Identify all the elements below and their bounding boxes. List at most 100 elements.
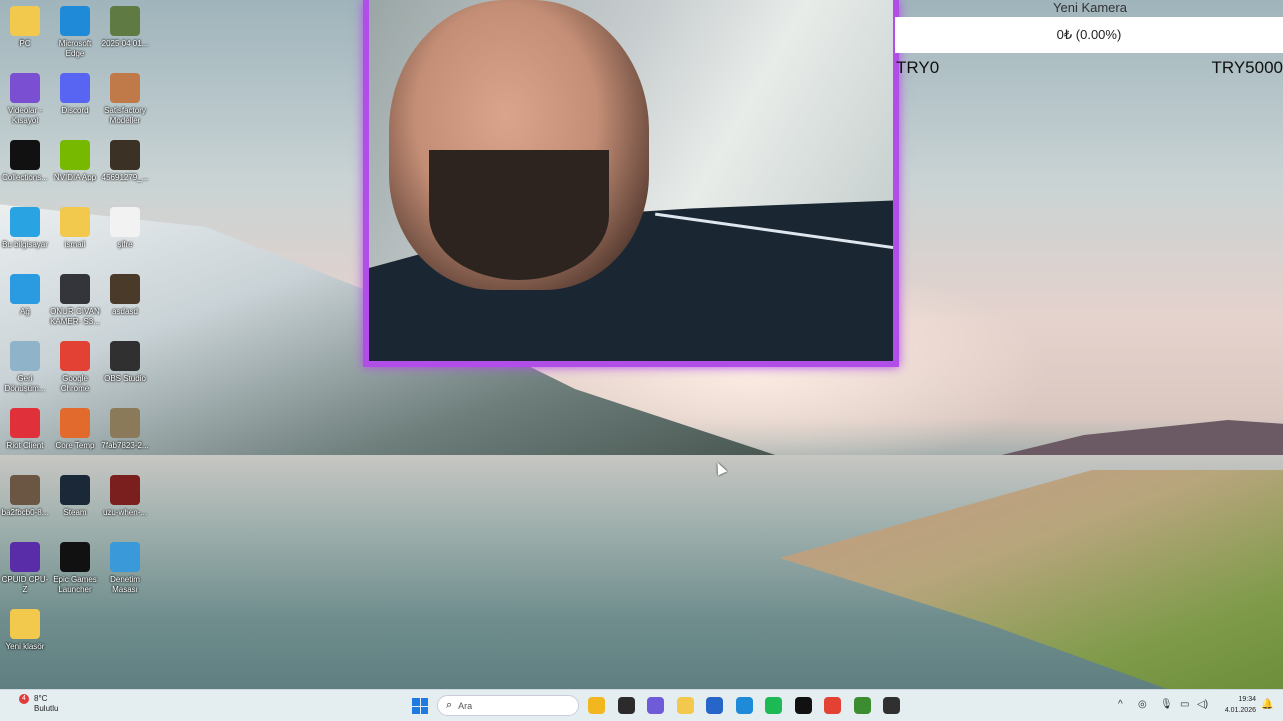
folder-icon: [10, 609, 40, 639]
chrome-icon[interactable]: [824, 697, 841, 714]
desktop-icon[interactable]: Geri Dönüşüm...: [0, 341, 50, 394]
notification-bell-icon[interactable]: 🔔: [1261, 699, 1273, 710]
desktop-icon-label: Bu bilgisayar: [2, 240, 48, 249]
discord-icon: [60, 73, 90, 103]
image-file-icon: [110, 140, 140, 170]
chevron-up-icon[interactable]: ^: [1118, 699, 1123, 710]
clock[interactable]: 19:34 4.01.2026: [1216, 694, 1256, 716]
desktop-icon[interactable]: ONUR CIVAN KAMER- S3...: [50, 274, 100, 327]
image-file-icon: [60, 274, 90, 304]
edge-icon: [60, 6, 90, 36]
taskbar: 4 8°C Bulutlu ⌕ Ara ^ ◎ 🎙 ▭ ◁) 19:34 4.0…: [0, 689, 1283, 721]
image-file-icon: [110, 6, 140, 36]
spotify-icon[interactable]: [765, 697, 782, 714]
text-file-icon: [110, 207, 140, 237]
clock-date: 4.01.2026: [1224, 707, 1256, 714]
monitor-icon: [10, 207, 40, 237]
desktop-icon[interactable]: Videolar - Kısayol: [0, 73, 50, 126]
desktop-icon-label: ismail: [64, 240, 86, 249]
desktop-icon-label: Riot Client: [6, 441, 44, 450]
desktop-icon-label: 7fab7823-2...: [101, 441, 149, 450]
copilot-icon[interactable]: [647, 697, 664, 714]
desktop-icon[interactable]: Steam: [50, 475, 100, 518]
desktop-icon-label: Geri Dönüşüm...: [4, 374, 46, 393]
thermometer-icon: [60, 408, 90, 438]
terminal-icon[interactable]: [617, 697, 635, 714]
desktop-icon[interactable]: Microsoft Edge: [50, 6, 100, 59]
camera-source-label: Yeni Kamera: [1053, 0, 1127, 15]
nvidia-icon: [60, 140, 90, 170]
price-display: 0₺ (0.00%): [895, 17, 1283, 53]
microphone-icon[interactable]: 🎙: [1160, 699, 1173, 710]
tray-app-icon[interactable]: ◎: [1138, 699, 1147, 710]
desktop-icon[interactable]: Yeni klasör: [0, 609, 50, 652]
desktop-icon-label: NVIDIA App: [53, 173, 97, 182]
desktop-icon[interactable]: 7fab7823-2...: [100, 408, 150, 451]
desktop-icon[interactable]: Denetim Masası: [100, 542, 150, 595]
file-explorer-icon[interactable]: [588, 697, 605, 714]
desktop-icon-label: CPUID CPU-Z: [1, 575, 49, 594]
image-file-icon: [110, 408, 140, 438]
search-box[interactable]: ⌕ Ara: [437, 695, 579, 716]
image-file-icon: [110, 475, 140, 505]
desktop-icon[interactable]: NVIDIA App: [50, 140, 100, 183]
folder-icon: [60, 207, 90, 237]
volume-icon[interactable]: ◁): [1197, 699, 1208, 710]
desktop-icon[interactable]: Collections...: [0, 140, 50, 183]
image-file-icon: [110, 274, 140, 304]
epic-games-icon: [60, 542, 90, 572]
desktop-icon[interactable]: ismail: [50, 207, 100, 250]
desktop-icon-label: Microsoft Edge: [58, 39, 92, 58]
range-min-label: TRY0: [896, 58, 940, 77]
desktop-icon[interactable]: asdasd: [100, 274, 150, 317]
desktop-icon[interactable]: Core Temp: [50, 408, 100, 451]
webcam-person-beard: [429, 150, 609, 280]
desktop-icon[interactable]: ba2fbcb0-8...: [0, 475, 50, 518]
desktop-icon-label: Core Temp: [55, 441, 95, 450]
desktop-icon-label: ba2fbcb0-8...: [1, 508, 49, 517]
apple-tv-icon[interactable]: [794, 697, 812, 714]
chrome-icon: [60, 341, 90, 371]
desktop-icon-label: uzu-when-...: [102, 508, 148, 517]
desktop-icon[interactable]: şifre: [100, 207, 150, 250]
desktop-icon-label: 45691279_...: [101, 173, 149, 182]
minecraft-icon[interactable]: [853, 697, 871, 714]
desktop-icon-label: Denetim Masası: [110, 575, 140, 594]
desktop-icon-label: şifre: [117, 240, 133, 249]
desktop-icon-label: Videolar - Kısayol: [7, 106, 43, 125]
desktop-icon[interactable]: Google Chrome: [50, 341, 100, 394]
desktop-icon[interactable]: CPUID CPU-Z: [0, 542, 50, 595]
network-icon[interactable]: ▭: [1180, 699, 1189, 710]
desktop-icon-label: Ağ: [20, 307, 30, 316]
desktop-icon-label: Discord: [61, 106, 89, 115]
desktop-icon-label: 2025 04 01...: [101, 39, 149, 48]
weather-desc: Bulutlu: [34, 704, 59, 713]
desktop-icon[interactable]: Discord: [50, 73, 100, 116]
desktop-icon[interactable]: Bu bilgisayar: [0, 207, 50, 250]
desktop-icon[interactable]: Satisfactory Modeller: [100, 73, 150, 126]
desktop-icon[interactable]: 2025 04 01...: [100, 6, 150, 49]
webcam-overlay: [363, 0, 899, 367]
obs-icon[interactable]: [883, 697, 900, 714]
desktop-icon[interactable]: uzu-when-...: [100, 475, 150, 518]
search-icon: ⌕: [446, 699, 453, 711]
desktop-icon[interactable]: 45691279_...: [100, 140, 150, 183]
desktop-icon[interactable]: Ağ: [0, 274, 50, 317]
desktop-icon[interactable]: Epic Games Launcher: [50, 542, 100, 595]
desktop-icon[interactable]: PC: [0, 6, 50, 49]
desktop-icon-label: Steam: [63, 508, 87, 517]
desktop-icon[interactable]: Riot Client: [0, 408, 50, 451]
store-icon[interactable]: [706, 697, 723, 714]
folder-icon[interactable]: [676, 697, 694, 714]
edge-icon[interactable]: [735, 697, 753, 714]
desktop-icon-label: asdasd: [112, 307, 138, 316]
weather-widget[interactable]: 4 8°C Bulutlu: [16, 694, 58, 714]
clock-time: 19:34: [1238, 696, 1256, 703]
desktop-icon[interactable]: OBS Studio: [100, 341, 150, 384]
desktop-icon-label: Yeni klasör: [5, 642, 45, 651]
image-file-icon: [10, 475, 40, 505]
search-placeholder: Ara: [458, 700, 473, 711]
obs-icon: [110, 341, 140, 371]
start-button[interactable]: [412, 698, 428, 714]
desktop-icon-label: OBS Studio: [104, 374, 146, 383]
